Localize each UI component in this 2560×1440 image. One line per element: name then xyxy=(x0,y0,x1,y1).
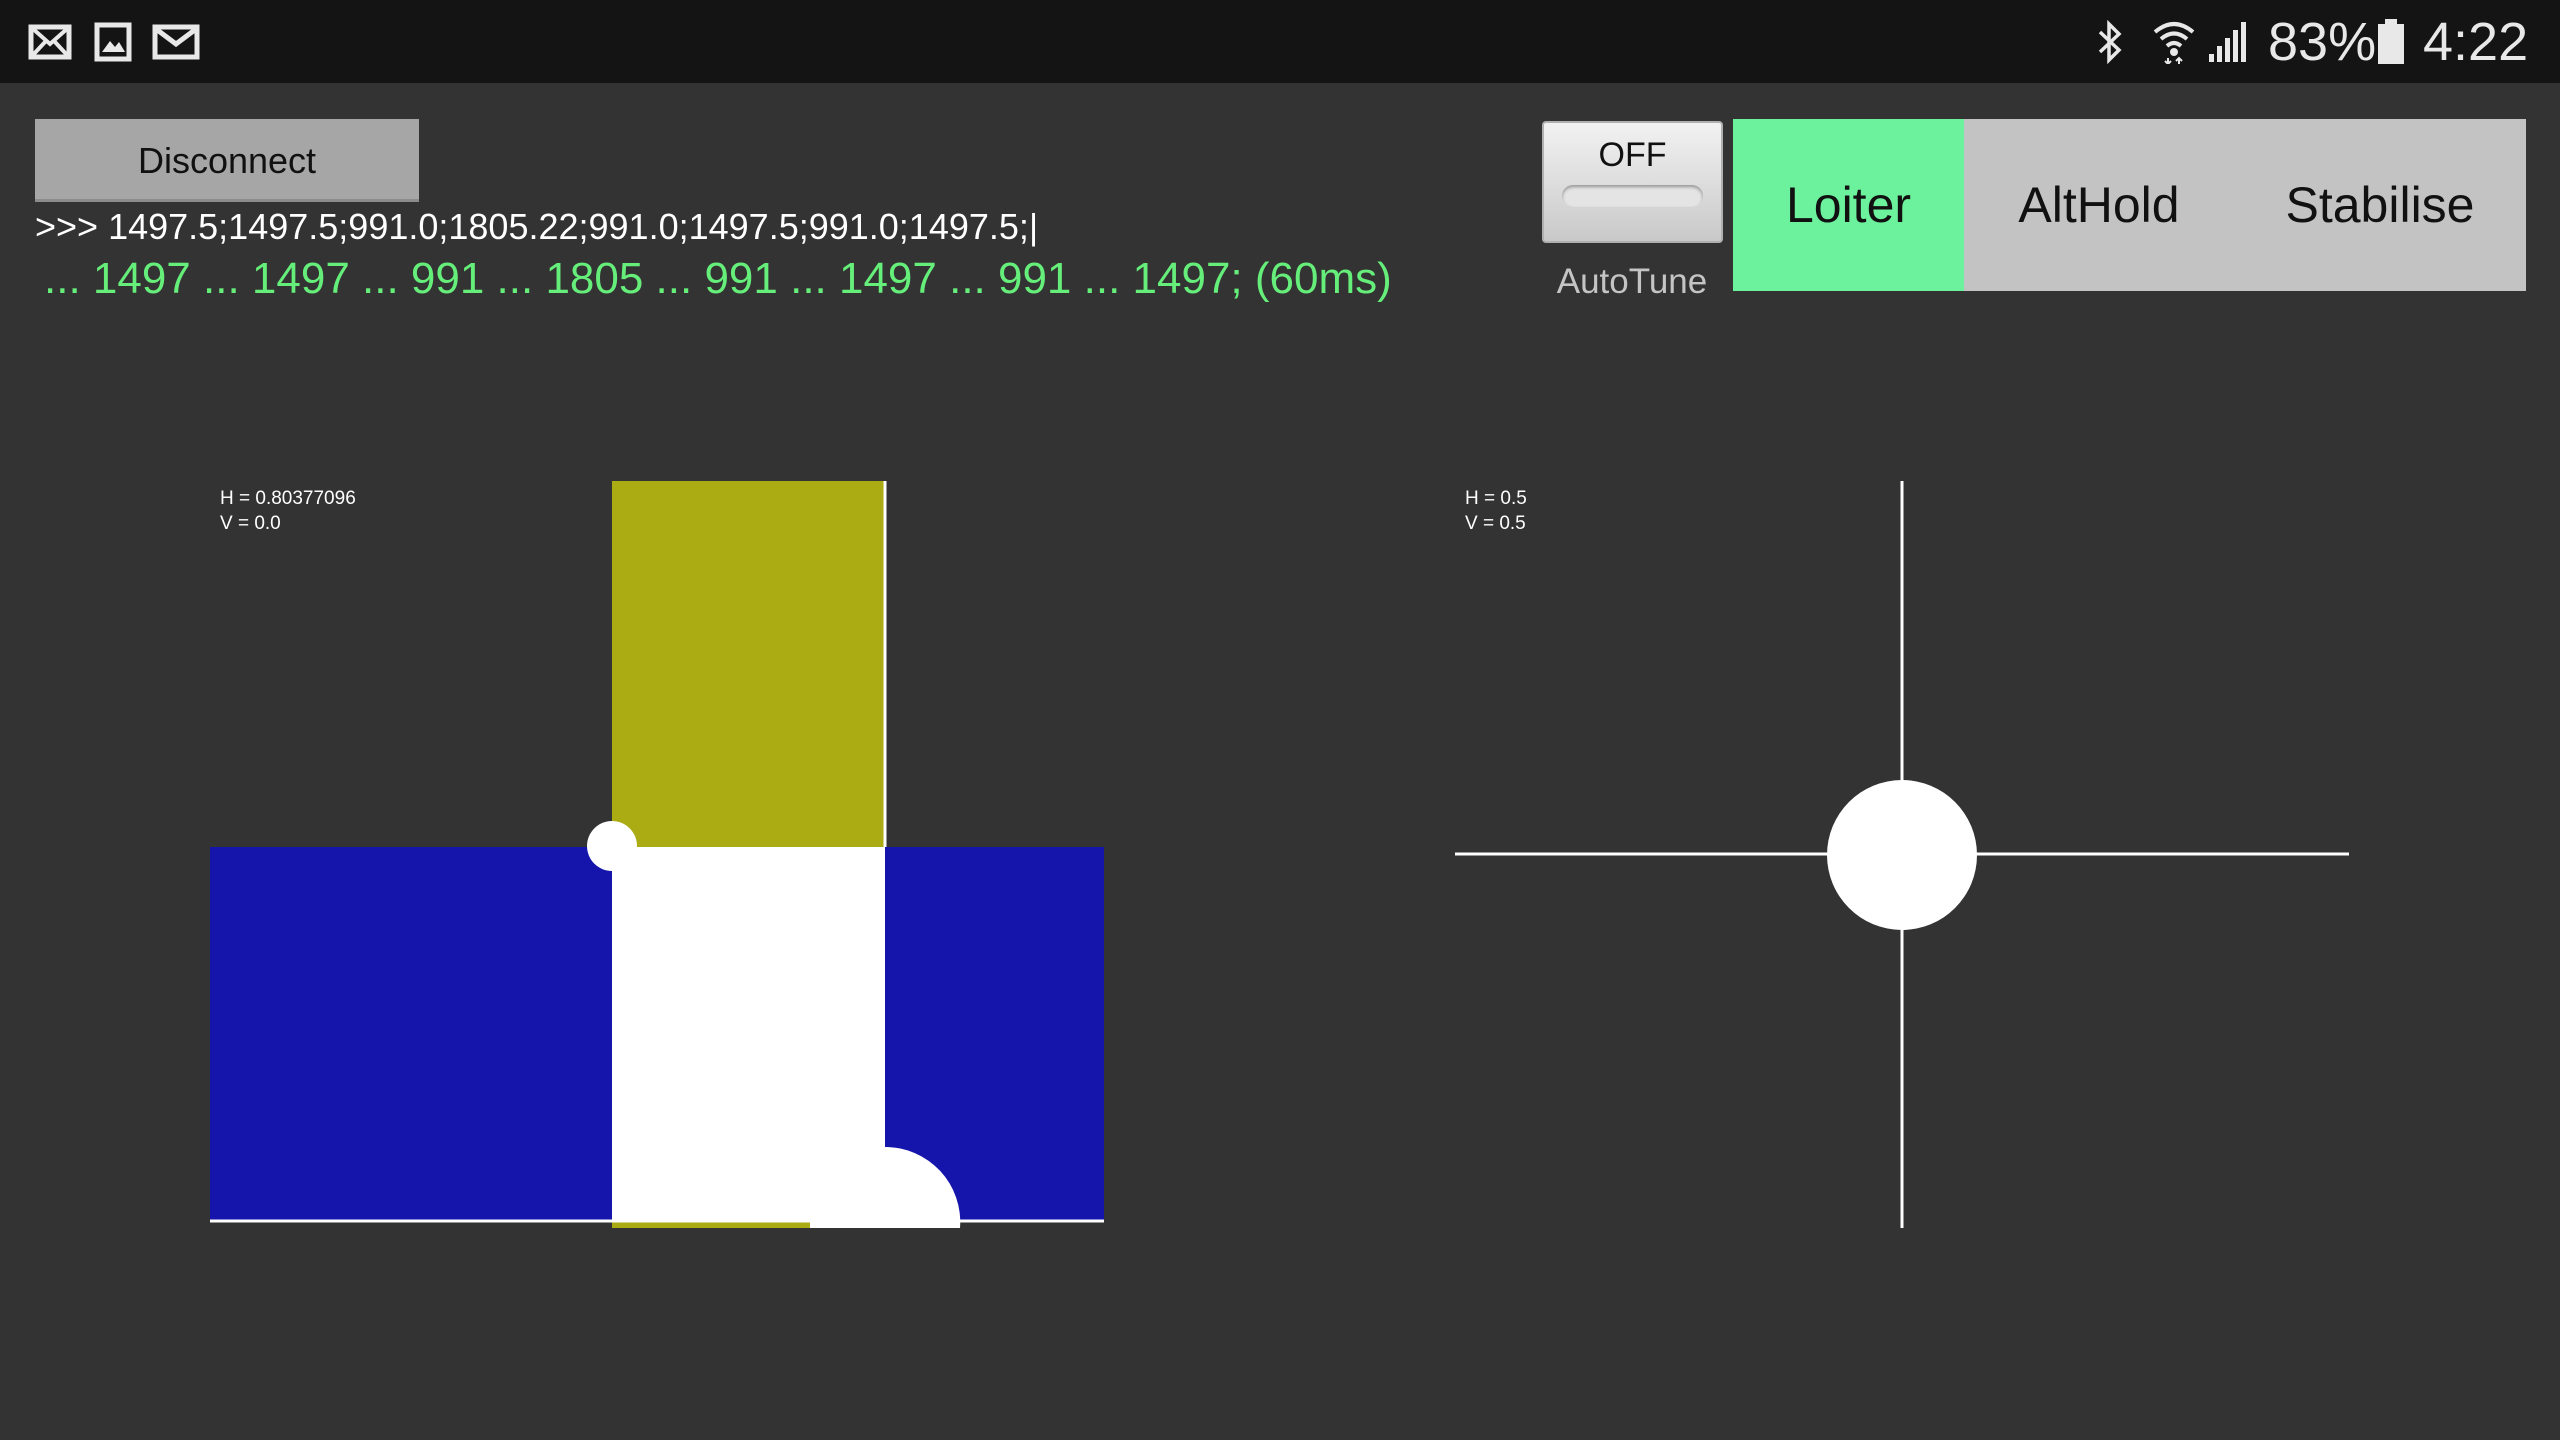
autotune-state-label: OFF xyxy=(1598,136,1667,174)
disconnect-button[interactable]: Disconnect xyxy=(35,119,419,202)
right-stick-h-readout: H = 0.5 xyxy=(1465,488,1527,509)
left-stick-horizontal-bar xyxy=(210,847,1104,1221)
left-stick-h-readout: H = 0.80377096 xyxy=(220,488,356,509)
right-stick-knob[interactable] xyxy=(1827,780,1977,930)
parsed-data-line: ... 1497 ... 1497 ... 991 ... 1805 ... 9… xyxy=(44,254,1392,303)
battery-percentage: 83% xyxy=(2268,12,2377,72)
clock: 4:22 xyxy=(2423,12,2529,72)
left-stick-v-readout: V = 0.0 xyxy=(220,513,281,534)
wifi-icon xyxy=(2153,22,2195,64)
mail-icon xyxy=(28,24,72,60)
right-stick-v-readout: V = 0.5 xyxy=(1465,513,1526,534)
left-stick-vertical-bar xyxy=(612,481,885,1228)
status-bar: 83% 4:22 xyxy=(0,0,2560,83)
image-icon xyxy=(94,22,132,62)
email-icon xyxy=(152,24,200,60)
left-stick-value-fill xyxy=(612,847,961,1228)
mode-loiter-button[interactable]: Loiter xyxy=(1733,119,1964,291)
signal-icon xyxy=(2209,22,2246,62)
autotune-caption: AutoTune xyxy=(1556,262,1708,301)
autotune-toggle-track xyxy=(1562,185,1703,207)
autotune-toggle[interactable]: OFF xyxy=(1542,121,1723,243)
raw-data-line: >>> 1497.5;1497.5;991.0;1805.22;991.0;14… xyxy=(35,206,1039,247)
bluetooth-icon xyxy=(2098,20,2122,64)
flight-mode-selector: Loiter AltHold Stabilise xyxy=(1733,119,2526,291)
left-stick-knob[interactable] xyxy=(587,821,637,871)
battery-icon xyxy=(2378,19,2404,64)
mode-althold-button[interactable]: AltHold xyxy=(1964,119,2234,291)
mode-stabilise-button[interactable]: Stabilise xyxy=(2234,119,2526,291)
